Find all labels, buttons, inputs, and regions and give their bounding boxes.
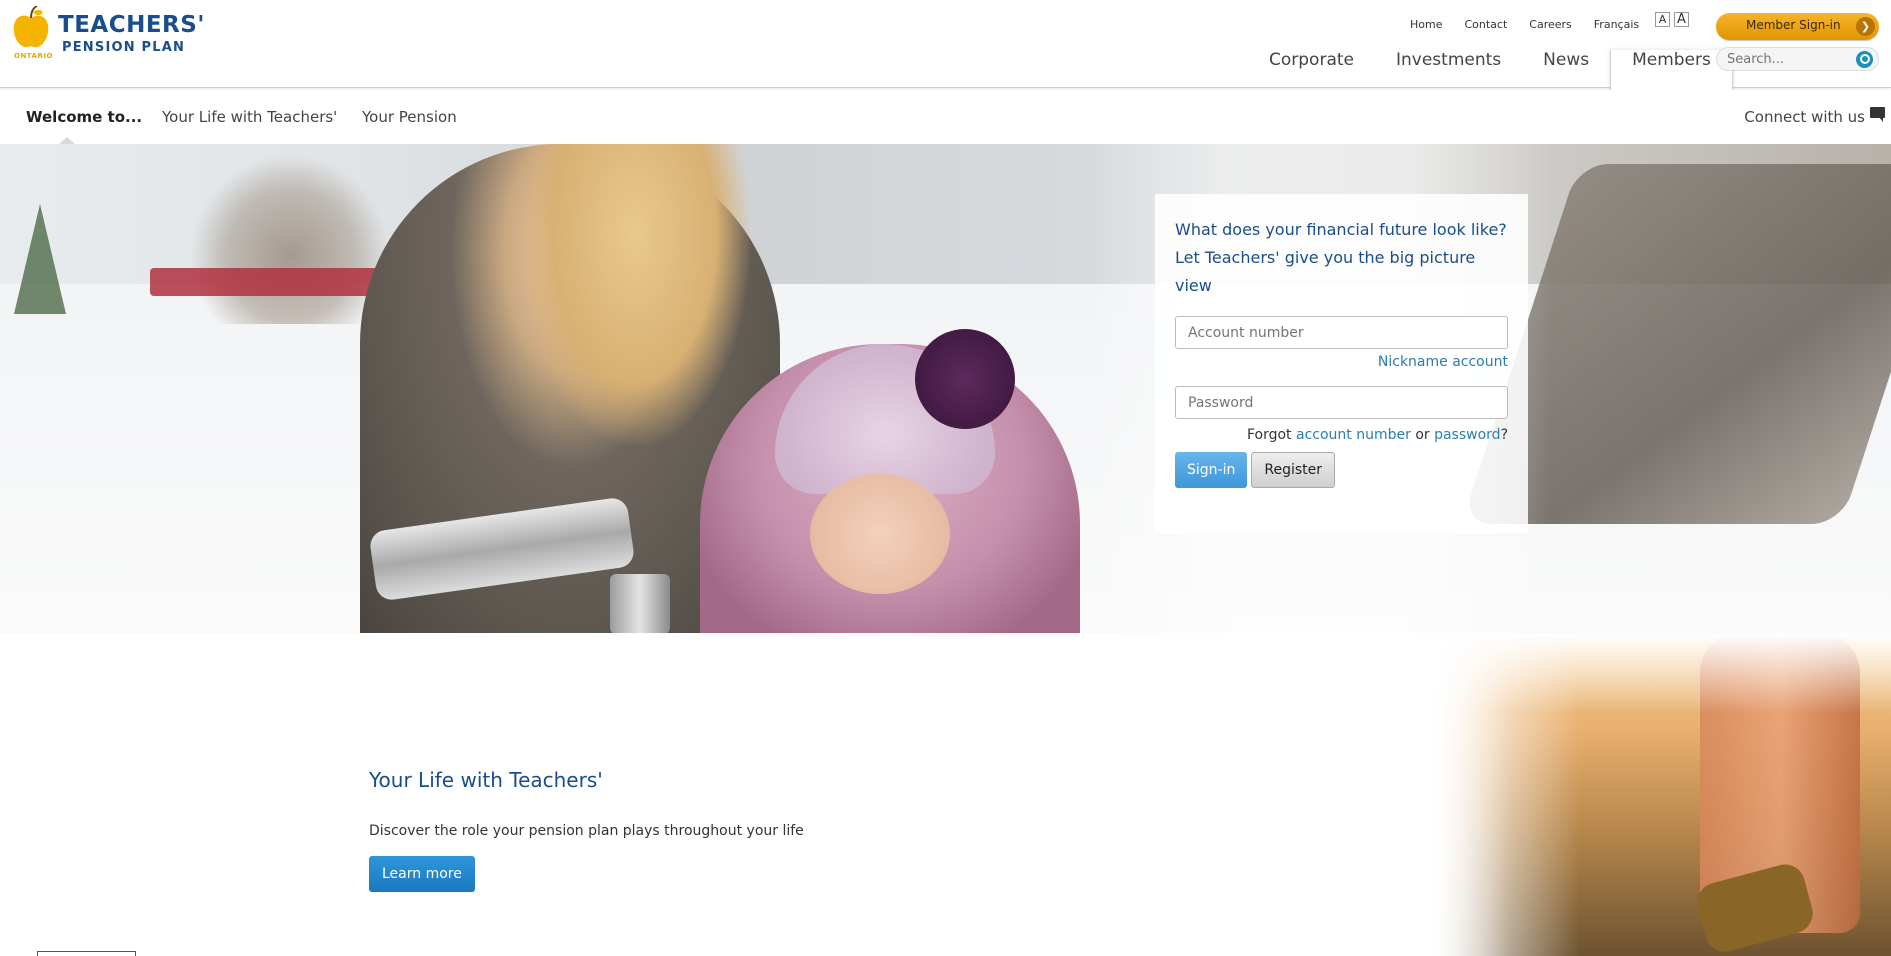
hero-hair xyxy=(520,144,750,444)
logo-ontario-text: ONTARIO xyxy=(14,52,53,60)
hero-family-background xyxy=(190,154,390,324)
footer-tab-stub[interactable] xyxy=(37,951,136,956)
utility-link-francais[interactable]: Français xyxy=(1594,18,1639,31)
forgot-credentials: Forgot account number or password? xyxy=(1175,427,1508,451)
hero-banner xyxy=(0,144,1891,633)
learn-more-button[interactable]: Learn more xyxy=(369,856,475,892)
life-section-description: Discover the role your pension plan play… xyxy=(369,823,804,839)
utility-link-home[interactable]: Home xyxy=(1410,18,1442,31)
login-tagline-2: Let Teachers' give you the big picture v… xyxy=(1175,248,1476,295)
search-input[interactable] xyxy=(1717,48,1847,71)
subnav-your-pension[interactable]: Your Pension xyxy=(362,108,457,126)
forgot-suffix: ? xyxy=(1500,427,1508,443)
password-field[interactable] xyxy=(1175,386,1508,419)
utility-link-careers[interactable]: Careers xyxy=(1529,18,1572,31)
logo-teachers-text: TEACHERS' xyxy=(58,12,205,38)
chevron-right-icon: ❯ xyxy=(1856,17,1875,36)
subnav-welcome[interactable]: Welcome to... xyxy=(26,108,142,126)
main-nav-corporate[interactable]: Corporate xyxy=(1248,50,1375,88)
teachers-logo[interactable]: ONTARIO TEACHERS' PENSION PLAN xyxy=(12,4,204,60)
life-section-title: Your Life with Teachers' xyxy=(369,768,603,792)
speech-bubble-icon[interactable] xyxy=(1870,107,1885,122)
forgot-password-link[interactable]: password xyxy=(1434,427,1500,443)
utility-link-contact[interactable]: Contact xyxy=(1464,18,1507,31)
site-header: ONTARIO TEACHERS' PENSION PLAN Home Cont… xyxy=(0,0,1891,90)
forgot-account-number-link[interactable]: account number xyxy=(1296,427,1411,443)
apple-icon xyxy=(13,6,49,48)
hero-cup xyxy=(610,574,670,633)
search-icon[interactable] xyxy=(1856,51,1873,68)
register-button[interactable]: Register xyxy=(1251,452,1335,488)
main-nav: Corporate Investments News Members xyxy=(1248,50,1733,90)
hero-girl-face xyxy=(810,474,950,594)
connect-with-us-link[interactable]: Connect with us xyxy=(1744,108,1865,126)
nickname-account-link[interactable]: Nickname account xyxy=(1175,354,1508,380)
subnav-your-life[interactable]: Your Life with Teachers' xyxy=(162,108,337,126)
login-panel: What does your financial future look lik… xyxy=(1155,194,1528,533)
forgot-prefix: Forgot xyxy=(1246,427,1292,443)
hero-tree xyxy=(14,204,66,314)
hero-pompom xyxy=(915,329,1015,429)
hiker-photo xyxy=(1400,633,1891,956)
section-subnav: Welcome to... Your Life with Teachers' Y… xyxy=(0,90,1891,145)
main-nav-news[interactable]: News xyxy=(1522,50,1610,88)
font-size-large-button[interactable]: A xyxy=(1674,12,1689,27)
utility-nav: Home Contact Careers Français xyxy=(1410,18,1639,31)
account-number-field[interactable] xyxy=(1175,316,1508,349)
login-tagline-1: What does your financial future look lik… xyxy=(1175,220,1507,239)
member-signin-label: Member Sign-in xyxy=(1746,18,1841,32)
main-nav-investments[interactable]: Investments xyxy=(1375,50,1522,88)
hero-bench xyxy=(150,268,380,296)
font-size-controls: A A xyxy=(1655,12,1689,27)
member-signin-button[interactable]: Member Sign-in ❯ xyxy=(1716,13,1879,40)
main-nav-members[interactable]: Members xyxy=(1610,50,1733,90)
photo-top-fade xyxy=(1400,633,1891,713)
sign-in-button[interactable]: Sign-in xyxy=(1175,452,1248,488)
font-size-small-button[interactable]: A xyxy=(1655,12,1670,27)
login-buttons: Sign-in Register xyxy=(1175,452,1508,488)
search-box xyxy=(1716,47,1879,71)
forgot-or: or xyxy=(1415,427,1430,443)
logo-pension-text: PENSION PLAN xyxy=(62,40,186,55)
